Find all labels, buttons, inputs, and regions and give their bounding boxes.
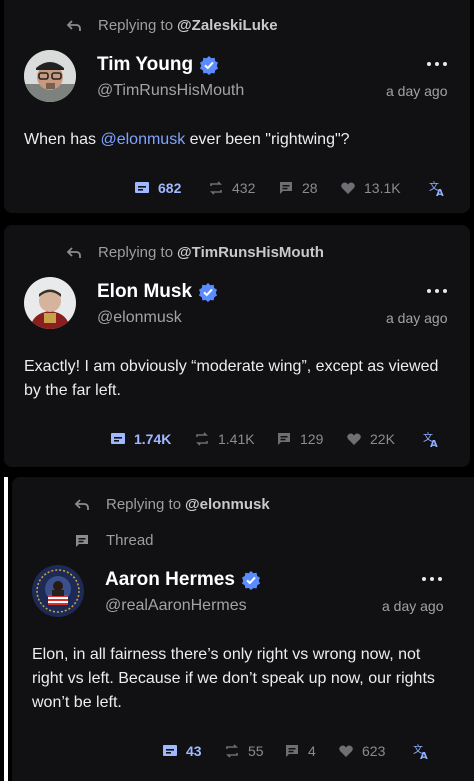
tweet-text: Exactly! I am obviously “moderate wing”,… — [24, 358, 439, 399]
more-options-icon[interactable] — [422, 577, 442, 583]
tweet-card-tim-young[interactable]: Replying to @ZaleskiLuke Tim Young @TimR… — [4, 0, 470, 213]
views-count: 1.74K — [134, 431, 172, 447]
avatar[interactable] — [32, 565, 84, 617]
svg-text:A: A — [436, 188, 444, 197]
tweet-card-aaron-hermes[interactable]: Replying to @elonmusk Thread Aaron Herme… — [12, 477, 474, 781]
replying-to-handle[interactable]: @elonmusk — [185, 496, 270, 513]
reply-arrow-icon — [66, 246, 81, 258]
reply-stat[interactable]: 28 — [278, 180, 340, 196]
svg-text:A: A — [420, 751, 428, 760]
more-options-icon[interactable] — [427, 289, 447, 295]
heart-icon — [341, 182, 355, 194]
reply-arrow-icon — [74, 498, 89, 510]
reply-bubble-icon — [278, 433, 290, 445]
replying-to-prefix: Replying to — [106, 496, 182, 513]
author-name[interactable]: Tim Young — [97, 54, 193, 76]
views-stat[interactable]: 1.74K — [110, 431, 194, 447]
author-handle[interactable]: @TimRunsHisMouth — [97, 82, 244, 100]
verified-badge-icon — [241, 571, 260, 590]
tweet-text-part: ever been "rightwing"? — [185, 131, 350, 148]
tweet-text: When has @elonmusk ever been "rightwing"… — [24, 128, 454, 152]
retweet-count: 432 — [232, 180, 256, 196]
retweet-stat[interactable]: 55 — [224, 743, 284, 759]
author-handle[interactable]: @realAaronHermes — [105, 597, 247, 615]
avatar-photo-icon — [24, 50, 76, 102]
reply-count: 4 — [308, 743, 316, 759]
thread-indicator-bar — [4, 477, 8, 781]
views-chart-icon — [135, 182, 149, 193]
translate-icon[interactable]: 文A — [428, 179, 446, 197]
reply-count: 28 — [302, 180, 318, 196]
reply-stat[interactable]: 129 — [276, 431, 346, 447]
retweet-icon — [210, 181, 222, 195]
author-name-line: Tim Young — [97, 54, 219, 76]
avatar[interactable] — [24, 277, 76, 329]
tweet-text-part: When has — [24, 131, 101, 148]
like-stat[interactable]: 13.1K — [340, 180, 428, 196]
author-name[interactable]: Aaron Hermes — [105, 569, 235, 591]
retweet-stat[interactable]: 432 — [208, 180, 278, 196]
like-count: 13.1K — [364, 180, 401, 196]
reply-stat[interactable]: 4 — [284, 743, 338, 759]
like-stat[interactable]: 22K — [346, 431, 422, 447]
thread-row[interactable]: Thread — [74, 532, 154, 549]
like-count: 22K — [370, 431, 395, 447]
views-chart-icon — [111, 433, 125, 444]
verified-badge-icon — [199, 283, 218, 302]
replying-to-row: Replying to @TimRunsHisMouth — [66, 244, 324, 261]
avatar-photo-icon — [24, 277, 76, 329]
retweet-icon — [226, 744, 238, 758]
replying-to-handle[interactable]: @TimRunsHisMouth — [177, 244, 324, 261]
timestamp[interactable]: a day ago — [386, 83, 448, 99]
tweet-stats: 1.74K 1.41K 129 22K 文A — [110, 430, 440, 448]
tweet-stats: 682 432 28 13.1K 文A — [134, 179, 446, 197]
thread-bubble-icon — [76, 534, 88, 547]
translate-icon[interactable]: 文A — [422, 430, 440, 448]
retweet-count: 55 — [248, 743, 264, 759]
views-stat[interactable]: 43 — [162, 743, 224, 759]
reply-arrow-icon — [66, 19, 81, 31]
replying-to-prefix: Replying to — [98, 17, 174, 34]
author-name-line: Aaron Hermes — [105, 569, 261, 591]
retweet-stat[interactable]: 1.41K — [194, 431, 276, 447]
heart-icon — [339, 745, 353, 757]
like-stat[interactable]: 623 — [338, 743, 412, 759]
timestamp[interactable]: a day ago — [386, 310, 448, 326]
heart-icon — [347, 433, 361, 445]
verified-badge-icon — [200, 56, 219, 75]
author-name[interactable]: Elon Musk — [97, 281, 192, 303]
retweet-count: 1.41K — [218, 431, 255, 447]
tweet-text: Elon, in all fairness there’s only right… — [32, 646, 435, 711]
views-stat[interactable]: 682 — [134, 180, 208, 196]
author-name-line: Elon Musk — [97, 281, 218, 303]
retweet-icon — [196, 432, 208, 446]
more-options-icon[interactable] — [427, 62, 447, 68]
timestamp[interactable]: a day ago — [382, 598, 444, 614]
thread-label: Thread — [106, 532, 154, 549]
tweet-card-elon-musk[interactable]: Replying to @TimRunsHisMouth Elon Musk @… — [4, 225, 470, 467]
views-chart-icon — [163, 745, 177, 756]
mention-link[interactable]: @elonmusk — [100, 131, 185, 148]
avatar[interactable] — [24, 50, 76, 102]
replying-to-prefix: Replying to — [98, 244, 174, 261]
tweet-stats: 43 55 4 623 文A — [162, 742, 430, 760]
replying-to-handle[interactable]: @ZaleskiLuke — [177, 17, 278, 34]
views-count: 682 — [158, 180, 182, 196]
reply-bubble-icon — [280, 182, 292, 194]
svg-text:A: A — [430, 439, 438, 448]
avatar-seal-icon — [32, 565, 84, 617]
translate-icon[interactable]: 文A — [412, 742, 430, 760]
views-count: 43 — [186, 743, 202, 759]
author-handle[interactable]: @elonmusk — [97, 309, 182, 327]
replying-to-row: Replying to @elonmusk — [74, 496, 270, 513]
reply-bubble-icon — [286, 745, 298, 757]
like-count: 623 — [362, 743, 386, 759]
replying-to-row: Replying to @ZaleskiLuke — [66, 17, 278, 34]
reply-count: 129 — [300, 431, 324, 447]
